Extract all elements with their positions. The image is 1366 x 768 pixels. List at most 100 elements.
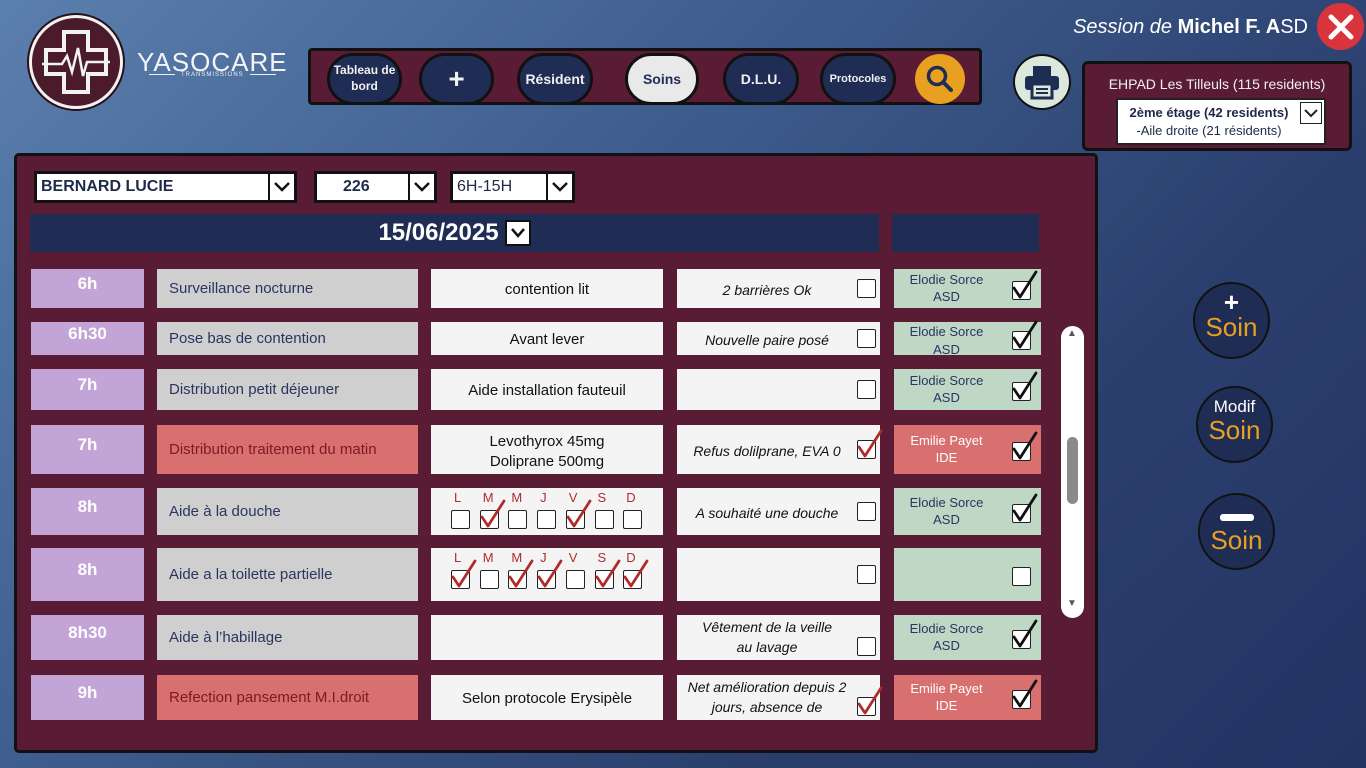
scroll-down-icon[interactable]: ▼ bbox=[1067, 598, 1077, 609]
observation-checkbox[interactable] bbox=[857, 329, 876, 348]
day-checkbox[interactable] bbox=[479, 499, 506, 529]
scrollbar-thumb[interactable] bbox=[1067, 437, 1078, 504]
add-care-button[interactable]: + Soin bbox=[1193, 282, 1270, 359]
row-observation[interactable]: Nouvelle paire posé bbox=[677, 322, 880, 355]
day-checkbox[interactable] bbox=[537, 559, 563, 589]
signer-role: ASD bbox=[933, 512, 960, 528]
chevron-down-icon bbox=[510, 228, 525, 238]
nav-dlu-button[interactable]: D.L.U. bbox=[723, 53, 799, 105]
checkmark-icon bbox=[1012, 270, 1038, 299]
detail-line: Aide installation fauteuil bbox=[468, 382, 626, 399]
nav-protocoles-button[interactable]: Protocoles bbox=[820, 53, 896, 105]
main-nav: Tableau de bord + Résident Soins D.L.U. … bbox=[308, 48, 982, 105]
modify-care-button[interactable]: Modif Soin bbox=[1196, 386, 1273, 463]
signature-checkbox[interactable] bbox=[1012, 431, 1038, 461]
checkmark-icon bbox=[1012, 493, 1038, 522]
row-signature bbox=[894, 548, 1041, 601]
observation-checkbox[interactable] bbox=[857, 637, 876, 656]
row-task[interactable]: Distribution petit déjeuner bbox=[157, 369, 418, 410]
day-checkbox[interactable] bbox=[565, 570, 585, 589]
row-task[interactable]: Aide à la douche bbox=[157, 488, 418, 535]
nav-add-button[interactable]: + bbox=[419, 53, 494, 105]
observation-checkbox[interactable] bbox=[857, 279, 876, 298]
row-task[interactable]: Aide a la toilette partielle bbox=[157, 548, 418, 601]
signature-checkbox[interactable] bbox=[1012, 567, 1031, 586]
row-task[interactable]: Distribution traitement du matin bbox=[157, 425, 418, 474]
day-checkbox[interactable] bbox=[594, 510, 614, 529]
observation-checkbox[interactable] bbox=[857, 502, 876, 521]
day-checkbox[interactable] bbox=[594, 559, 620, 589]
signature-checkbox[interactable] bbox=[1012, 371, 1038, 401]
row-task[interactable]: Refection pansement M.I.droit bbox=[157, 675, 418, 720]
observation-checkbox[interactable] bbox=[857, 565, 876, 584]
day-checkbox[interactable] bbox=[537, 510, 557, 529]
row-signature: Elodie Sorce ASD bbox=[894, 369, 1041, 410]
shift-select[interactable]: 6H-15H bbox=[450, 171, 575, 203]
day-checkbox[interactable] bbox=[623, 559, 649, 589]
row-task[interactable]: Aide à l’habillage bbox=[157, 615, 418, 660]
day-checkbox[interactable] bbox=[451, 559, 477, 589]
observation-checkbox[interactable] bbox=[857, 429, 883, 459]
nav-dashboard-button[interactable]: Tableau de bord bbox=[327, 53, 402, 105]
signer-name: Emilie Payet bbox=[910, 432, 983, 448]
observation-checkbox[interactable] bbox=[857, 686, 883, 716]
search-button[interactable] bbox=[915, 54, 965, 104]
day-checkbox[interactable] bbox=[451, 510, 470, 529]
row-observation[interactable]: Vêtement de la veille au lavage bbox=[677, 615, 880, 660]
print-button[interactable] bbox=[1013, 54, 1071, 110]
observation-text: A souhaité une douche bbox=[695, 504, 839, 521]
floor-select[interactable]: 2ème étage (42 residents) -Aile droite (… bbox=[1116, 98, 1326, 145]
day-checkbox[interactable] bbox=[508, 559, 534, 589]
nav-soins-button[interactable]: Soins bbox=[625, 53, 699, 105]
row-observation[interactable]: Net amélioration depuis 2 jours, absence … bbox=[677, 675, 883, 720]
resident-select[interactable]: BERNARD LUCIE bbox=[34, 171, 297, 203]
day-checkbox[interactable] bbox=[565, 499, 592, 529]
observation-checkbox[interactable] bbox=[857, 380, 876, 399]
checkmark-icon bbox=[480, 499, 506, 528]
date-picker-button[interactable] bbox=[504, 220, 531, 246]
scrollbar[interactable]: ▲ ▼ bbox=[1061, 326, 1084, 618]
row-detail: LMMJVSD bbox=[431, 488, 663, 535]
row-observation[interactable]: Refus dolilprane, EVA 0 bbox=[677, 425, 883, 474]
checkmark-icon bbox=[1012, 371, 1038, 400]
care-schedule-panel: BERNARD LUCIE 226 6H-15H 15/06/2025 6h Su… bbox=[14, 153, 1098, 753]
close-button[interactable] bbox=[1317, 3, 1364, 50]
row-time: 7h bbox=[31, 369, 144, 410]
detail-line: Levothyrox 45mg bbox=[489, 433, 605, 450]
row-observation[interactable] bbox=[677, 548, 880, 601]
checkmark-icon bbox=[1012, 679, 1038, 708]
date-label: 15/06/2025 bbox=[378, 219, 499, 246]
nav-resident-button[interactable]: Résident bbox=[517, 53, 593, 105]
day-checkbox[interactable] bbox=[508, 510, 528, 529]
day-checkbox[interactable] bbox=[479, 570, 499, 589]
signature-checkbox[interactable] bbox=[1012, 679, 1038, 709]
observation-text: 2 barrières Ok bbox=[722, 281, 812, 298]
signature-checkbox[interactable] bbox=[1012, 270, 1038, 300]
checkmark-icon bbox=[857, 686, 883, 715]
row-signature: Elodie Sorce ASD bbox=[894, 615, 1041, 660]
signature-checkbox[interactable] bbox=[1012, 320, 1038, 350]
row-time: 6h bbox=[31, 269, 144, 308]
observation-text: Vêtement de la veille bbox=[702, 619, 832, 635]
row-task[interactable]: Surveillance nocturne bbox=[157, 269, 418, 308]
signature-checkbox[interactable] bbox=[1012, 493, 1038, 523]
row-observation[interactable]: A souhaité une douche bbox=[677, 488, 880, 535]
day-checkbox[interactable] bbox=[623, 510, 643, 529]
scroll-up-icon[interactable]: ▲ bbox=[1067, 328, 1077, 339]
row-task[interactable]: Pose bas de contention bbox=[157, 322, 418, 355]
remove-care-button[interactable]: Soin bbox=[1198, 493, 1275, 570]
facility-title: EHPAD Les Tilleuls (115 residents) bbox=[1108, 76, 1326, 92]
day-label: J bbox=[540, 490, 547, 505]
checkmark-icon bbox=[1012, 619, 1038, 648]
app-logo bbox=[29, 15, 123, 109]
room-select[interactable]: 226 bbox=[314, 171, 437, 203]
row-time: 6h30 bbox=[31, 322, 144, 355]
signature-checkbox[interactable] bbox=[1012, 619, 1038, 649]
row-observation[interactable] bbox=[677, 369, 880, 410]
observation-text: Net amélioration depuis 2 bbox=[687, 679, 847, 695]
medical-cross-icon bbox=[42, 30, 110, 94]
observation-text: jours, absence de bbox=[711, 699, 823, 715]
row-observation[interactable]: 2 barrières Ok bbox=[677, 269, 880, 308]
day-label: D bbox=[626, 490, 636, 505]
row-time: 9h bbox=[31, 675, 144, 720]
